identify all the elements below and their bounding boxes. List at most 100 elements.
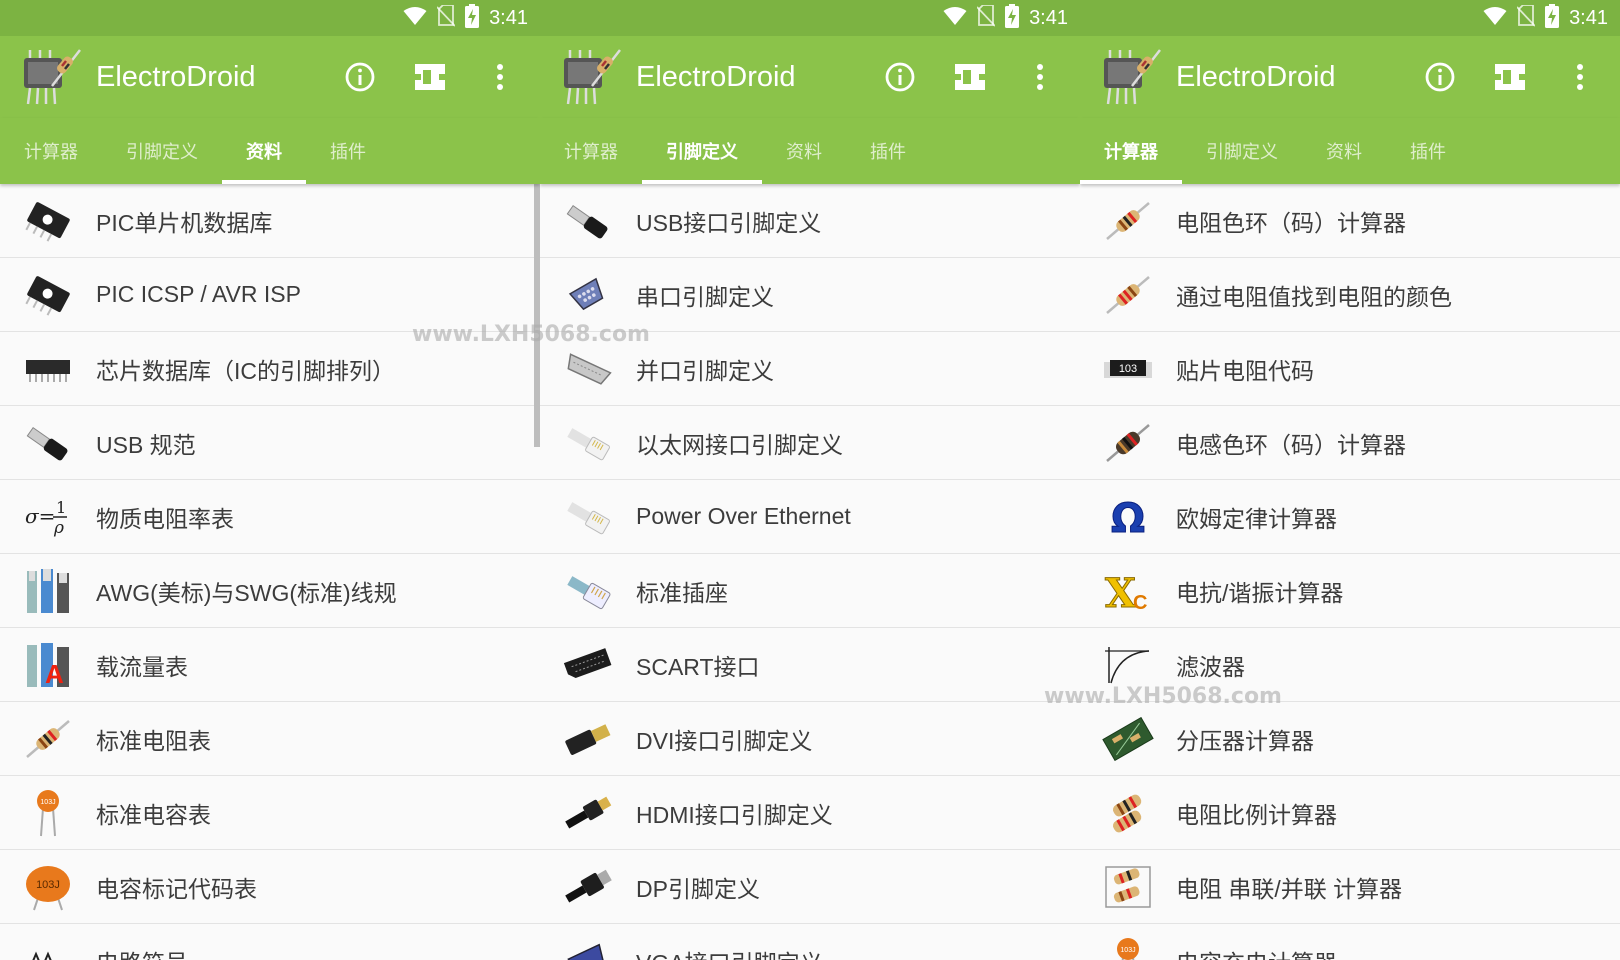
- status-time: 3:41: [1569, 6, 1608, 29]
- plugin-icon: [1495, 64, 1525, 90]
- tab-resources[interactable]: 资料: [222, 118, 306, 184]
- tab-plugins[interactable]: 插件: [846, 118, 930, 184]
- resistor-icon: [1080, 199, 1176, 243]
- tab-resources[interactable]: 资料: [1302, 118, 1386, 184]
- svg-text:103J: 103J: [36, 879, 60, 891]
- tab-plugins[interactable]: 插件: [1386, 118, 1470, 184]
- list-item-label: VGA接口引脚定义: [636, 944, 823, 960]
- list-item[interactable]: DVI接口引脚定义: [540, 702, 1080, 776]
- tab-bar: 计算器 引脚定义 资料 插件: [1080, 118, 1620, 184]
- hdmi-plug-icon: [540, 791, 636, 835]
- list-item-label: 标准插座: [636, 579, 728, 606]
- usb-plug-icon: [0, 421, 96, 465]
- list-item[interactable]: 通过电阻值找到电阻的颜色: [1080, 258, 1620, 332]
- list-item[interactable]: 标准电阻表: [0, 702, 540, 776]
- list-item[interactable]: 串口引脚定义: [540, 258, 1080, 332]
- watermark-text: www.LXH5068.com: [412, 322, 650, 347]
- info-button[interactable]: [876, 53, 924, 101]
- tab-pinouts[interactable]: 引脚定义: [102, 118, 222, 184]
- tab-resources[interactable]: 资料: [762, 118, 846, 184]
- app-logo-icon: [22, 46, 82, 108]
- overflow-menu-button[interactable]: [1016, 53, 1064, 101]
- list-item[interactable]: X C 电抗/谐振计算器: [1080, 554, 1620, 628]
- tab-calculators[interactable]: 计算器: [0, 118, 102, 184]
- list-item-label: PIC ICSP / AVR ISP: [96, 281, 301, 307]
- screen-pinouts: 3:41 ElectroDroid 计算器 引脚定义 资料 插件 USB接口引脚…: [540, 0, 1080, 960]
- parallel-port-icon: [540, 347, 636, 391]
- plugin-button[interactable]: [406, 53, 454, 101]
- resistor-icon: [0, 717, 96, 761]
- list-item[interactable]: PIC ICSP / AVR ISP: [0, 258, 540, 332]
- svg-text:103J: 103J: [40, 799, 55, 806]
- list-item-label: DP引脚定义: [636, 875, 760, 902]
- pic-chip-icon: [0, 273, 96, 317]
- list-item[interactable]: SCART接口: [540, 628, 1080, 702]
- list-item[interactable]: 以太网接口引脚定义: [540, 406, 1080, 480]
- no-sim-icon: [1516, 4, 1536, 31]
- list-item[interactable]: 电阻 串联/并联 计算器: [1080, 850, 1620, 924]
- plugin-icon: [955, 64, 985, 90]
- list-item[interactable]: 电阻比例计算器: [1080, 776, 1620, 850]
- list-item-label: USB接口引脚定义: [636, 209, 822, 236]
- list-item[interactable]: PIC单片机数据库: [0, 184, 540, 258]
- list-item[interactable]: 103J 电容充电计算器: [1080, 924, 1620, 960]
- list-item-label: 电路符号: [96, 944, 188, 960]
- list-item-label: 通过电阻值找到电阻的颜色: [1176, 283, 1452, 310]
- info-button[interactable]: [336, 53, 384, 101]
- list-item[interactable]: VGA接口引脚定义: [540, 924, 1080, 960]
- list-item[interactable]: 电阻色环（码）计算器: [1080, 184, 1620, 258]
- list-item[interactable]: 分压器计算器: [1080, 702, 1620, 776]
- list-item[interactable]: A 载流量表: [0, 628, 540, 702]
- info-button[interactable]: [1416, 53, 1464, 101]
- tab-plugins[interactable]: 插件: [306, 118, 390, 184]
- inductor-icon: [1080, 421, 1176, 465]
- list-item[interactable]: DP引脚定义: [540, 850, 1080, 924]
- list-item[interactable]: 标准插座: [540, 554, 1080, 628]
- list-item[interactable]: USB 规范: [0, 406, 540, 480]
- list-item-label: 分压器计算器: [1176, 727, 1314, 754]
- overflow-menu-button[interactable]: [1556, 53, 1604, 101]
- tab-calculators[interactable]: 计算器: [1080, 118, 1182, 184]
- list-item[interactable]: 电路符号: [0, 924, 540, 960]
- screenshots-row: 3:41 ElectroDroid 计算器 引脚定义 资料 插件 PIC单片机数…: [0, 0, 1620, 960]
- list-item-label: DVI接口引脚定义: [636, 727, 813, 754]
- plugin-button[interactable]: [1486, 53, 1534, 101]
- list-item[interactable]: 103 贴片电阻代码: [1080, 332, 1620, 406]
- list-item[interactable]: 103J 电容标记代码表: [0, 850, 540, 924]
- status-bar: 3:41: [1080, 0, 1620, 36]
- resistor-ratio-icon: [1080, 789, 1176, 837]
- screen-calculators: 3:41 ElectroDroid 计算器 引脚定义 资料 插件 电阻色环（码）…: [1080, 0, 1620, 960]
- reactance-icon: XC: [1080, 569, 1176, 613]
- wifi-icon: [403, 6, 427, 30]
- smd-resistor-icon: 103: [1080, 354, 1176, 384]
- no-sim-icon: [976, 4, 996, 31]
- list-item-label: 标准电阻表: [96, 727, 211, 754]
- list-item[interactable]: 103J 标准电容表: [0, 776, 540, 850]
- more-vert-icon: [497, 64, 503, 90]
- overflow-menu-button[interactable]: [476, 53, 524, 101]
- ethernet-plug-icon: [540, 421, 636, 465]
- tab-calculators[interactable]: 计算器: [540, 118, 642, 184]
- list-item-label: PIC单片机数据库: [96, 209, 273, 236]
- ic-chip-icon: [0, 354, 96, 384]
- plugin-button[interactable]: [946, 53, 994, 101]
- list-item[interactable]: HDMI接口引脚定义: [540, 776, 1080, 850]
- voltage-divider-icon: [1080, 716, 1176, 761]
- calculators-list: 电阻色环（码）计算器 通过电阻值找到电阻的颜色 103 贴片电阻代码 电感色环（码…: [1080, 184, 1620, 960]
- wifi-icon: [1483, 6, 1507, 30]
- list-item[interactable]: 电感色环（码）计算器: [1080, 406, 1620, 480]
- list-item-label: 电阻色环（码）计算器: [1176, 209, 1406, 236]
- list-item[interactable]: σ= 1 ρ 物质电阻率表: [0, 480, 540, 554]
- list-item[interactable]: USB接口引脚定义: [540, 184, 1080, 258]
- svg-text:103: 103: [1119, 363, 1137, 375]
- list-item-label: 电阻比例计算器: [1176, 801, 1337, 828]
- tab-pinouts[interactable]: 引脚定义: [642, 118, 762, 184]
- list-item[interactable]: AWG(美标)与SWG(标准)线规: [0, 554, 540, 628]
- list-item-label: SCART接口: [636, 653, 760, 680]
- serial-port-icon: [540, 271, 636, 319]
- app-title: ElectroDroid: [96, 60, 256, 93]
- tab-pinouts[interactable]: 引脚定义: [1182, 118, 1302, 184]
- list-item[interactable]: Ω 欧姆定律计算器: [1080, 480, 1620, 554]
- list-item[interactable]: Power Over Ethernet: [540, 480, 1080, 554]
- tab-bar: 计算器 引脚定义 资料 插件: [540, 118, 1080, 184]
